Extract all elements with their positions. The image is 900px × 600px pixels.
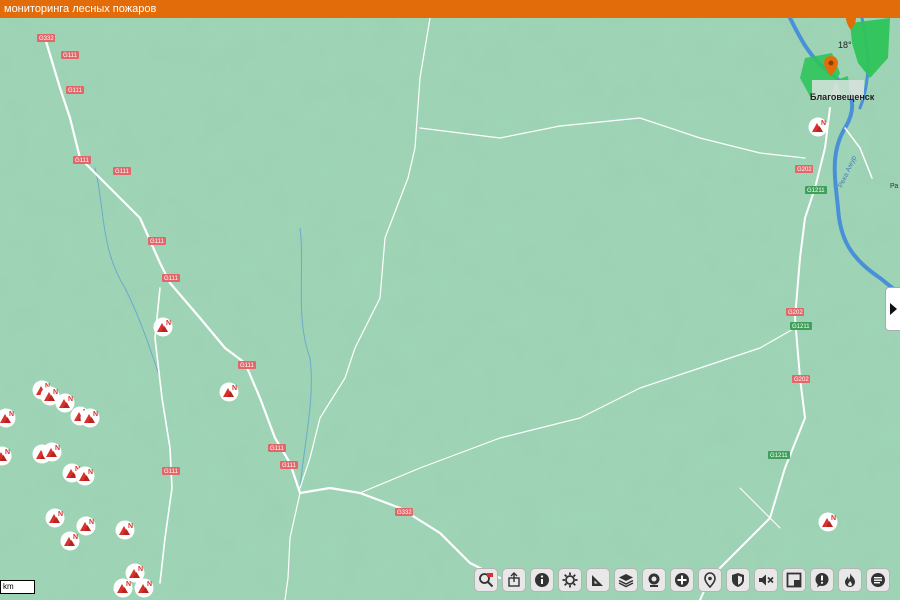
svg-text:G1211: G1211 xyxy=(807,188,825,194)
svg-text:G111: G111 xyxy=(115,169,129,175)
shield-g332-b: G332 xyxy=(395,508,413,516)
shield-g111-h: G111 xyxy=(268,444,286,452)
map-toolbar xyxy=(474,568,890,594)
zoom-in-button[interactable] xyxy=(670,568,694,592)
shield-g111-b: G111 xyxy=(66,86,84,94)
webcam-icon xyxy=(648,573,660,587)
svg-text:G202: G202 xyxy=(797,167,812,173)
chevron-right-icon xyxy=(889,303,897,315)
shield-g202-c: G202 xyxy=(792,375,810,383)
shield-g202-a: G202 xyxy=(795,165,813,173)
svg-text:G111: G111 xyxy=(68,88,82,94)
zoom-in-icon xyxy=(675,573,689,587)
fire-marker[interactable] xyxy=(115,520,135,540)
fire-marker[interactable] xyxy=(153,317,173,337)
shield-g332-a: G332 xyxy=(37,34,55,42)
location-button[interactable] xyxy=(698,568,722,592)
scale-bar: km xyxy=(0,580,35,594)
fire-marker[interactable] xyxy=(60,531,80,551)
shield-g111-d: G111 xyxy=(113,167,131,175)
fire-marker[interactable] xyxy=(75,466,95,486)
info-button[interactable] xyxy=(530,568,554,592)
window-icon xyxy=(786,572,802,588)
temperature-label: 18° xyxy=(838,40,852,50)
fire-marker[interactable] xyxy=(80,408,100,428)
shield-g111-j: G111 xyxy=(162,467,180,475)
zoom-search-icon xyxy=(479,573,494,588)
share-button[interactable] xyxy=(502,568,526,592)
map-canvas[interactable]: N Благовещенск 18° xyxy=(0,18,900,600)
layers-icon xyxy=(618,574,634,588)
fire-marker[interactable] xyxy=(219,382,239,402)
city-label: Благовещенск xyxy=(810,92,875,102)
layers-button[interactable] xyxy=(614,568,638,592)
svg-text:G111: G111 xyxy=(282,463,296,469)
fire-marker[interactable] xyxy=(45,508,65,528)
shield-g111-g: G111 xyxy=(238,361,256,369)
chat-icon xyxy=(871,573,885,587)
svg-text:G111: G111 xyxy=(164,469,178,475)
svg-text:G332: G332 xyxy=(39,36,54,42)
svg-text:G111: G111 xyxy=(270,446,284,452)
shield-g111-e: G111 xyxy=(148,237,166,245)
shield-g1211-c: G1211 xyxy=(768,451,790,459)
app-title: мониторинга лесных пожаров xyxy=(4,3,157,15)
location-pin-icon xyxy=(704,572,716,588)
shield-g111-c: G111 xyxy=(73,156,91,164)
fire-marker[interactable] xyxy=(818,512,838,532)
chat-button[interactable] xyxy=(866,568,890,592)
protected-areas-button[interactable] xyxy=(726,568,750,592)
zoom-search-button[interactable] xyxy=(474,568,498,592)
alert-icon xyxy=(815,573,829,588)
ruler-icon xyxy=(592,575,603,586)
app-header: мониторинга лесных пожаров xyxy=(0,0,900,18)
svg-text:G111: G111 xyxy=(164,276,178,282)
settings-gear-icon xyxy=(562,572,578,588)
fire-marker[interactable] xyxy=(42,442,62,462)
svg-text:G111: G111 xyxy=(240,363,254,369)
fire-icon xyxy=(845,573,855,587)
scale-label: km xyxy=(3,582,14,591)
fire-button[interactable] xyxy=(838,568,862,592)
svg-text:G1211: G1211 xyxy=(792,324,810,330)
shield-g1211-a: G1211 xyxy=(805,186,827,194)
svg-text:G202: G202 xyxy=(794,377,809,383)
fire-marker[interactable] xyxy=(113,578,133,598)
share-icon xyxy=(508,572,520,587)
webcam-button[interactable] xyxy=(642,568,666,592)
fire-marker[interactable] xyxy=(55,393,75,413)
fire-marker[interactable] xyxy=(76,516,96,536)
shield-g111-f: G111 xyxy=(162,274,180,282)
shield-g111-a: G111 xyxy=(61,51,79,59)
mute-button[interactable] xyxy=(754,568,778,592)
svg-text:G111: G111 xyxy=(63,53,77,59)
fire-marker[interactable] xyxy=(808,117,828,137)
shield-g111-i: G111 xyxy=(280,461,298,469)
svg-text:G111: G111 xyxy=(150,239,164,245)
fire-marker[interactable] xyxy=(134,578,154,598)
right-edge-label: Ра xyxy=(890,183,898,190)
info-icon xyxy=(535,573,549,587)
side-panel-toggle-button[interactable] xyxy=(885,287,900,331)
svg-text:G332: G332 xyxy=(397,510,412,516)
shield-icon xyxy=(732,573,744,587)
window-button[interactable] xyxy=(782,568,806,592)
mute-icon xyxy=(759,574,774,586)
shield-g202-b: G202 xyxy=(786,308,804,316)
alert-button[interactable] xyxy=(810,568,834,592)
measure-button[interactable] xyxy=(586,568,610,592)
settings-button[interactable] xyxy=(558,568,582,592)
shield-g1211-b: G1211 xyxy=(790,322,812,330)
svg-text:G202: G202 xyxy=(788,310,803,316)
svg-text:G111: G111 xyxy=(75,158,89,164)
svg-text:G1211: G1211 xyxy=(770,453,788,459)
